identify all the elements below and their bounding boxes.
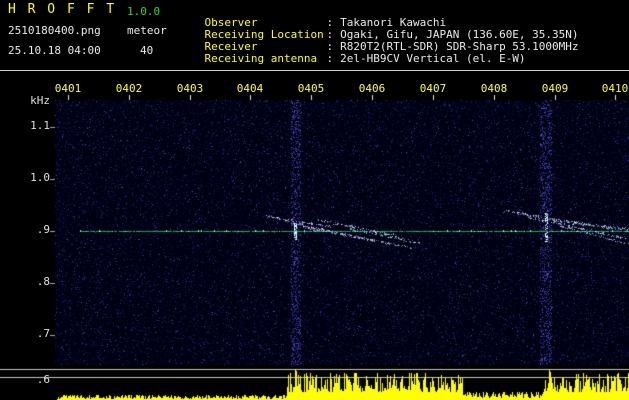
freq-tick-label: 1.1 [2, 120, 50, 132]
info-row-antenna: Receiving antenna:2el-HB9CV Vertical (el… [178, 41, 526, 77]
count-value: 40 [140, 45, 153, 57]
time-tick-label: 0404 [237, 83, 264, 95]
freq-tick-label: .7 [2, 328, 50, 340]
header-separator [0, 70, 629, 71]
observation-datetime: 25.10.18 04:00 [8, 45, 101, 57]
freq-tick-label: 1.0 [2, 172, 50, 184]
info-value: 2el-HB9CV Vertical (el. E-W) [340, 52, 525, 65]
time-tick-label: 0409 [542, 83, 569, 95]
time-tick-label: 0406 [359, 83, 386, 95]
hrofft-output-window: H R O F F T 1.0.0 2510180400.png meteor … [0, 0, 629, 400]
time-tick-label: 0401 [55, 83, 82, 95]
output-filename: 2510180400.png [8, 25, 101, 37]
time-tick-label: 0410 [602, 83, 629, 95]
info-colon: : [327, 52, 334, 65]
time-tick-label: 0403 [177, 83, 204, 95]
freq-tick-label: .8 [2, 276, 50, 288]
time-tick-label: 0408 [481, 83, 508, 95]
freq-tick-label: .6 [2, 374, 50, 386]
app-title: H R O F F T [8, 4, 116, 16]
freq-tick-label: .9 [2, 224, 50, 236]
info-label: Receiving antenna [205, 53, 327, 65]
time-tick-label: 0405 [298, 83, 325, 95]
freq-axis-unit: kHz [2, 95, 50, 107]
time-tick-label: 0402 [116, 83, 143, 95]
time-tick-label: 0407 [420, 83, 447, 95]
app-version: 1.0.0 [127, 6, 160, 18]
mode-label: meteor [127, 25, 167, 37]
